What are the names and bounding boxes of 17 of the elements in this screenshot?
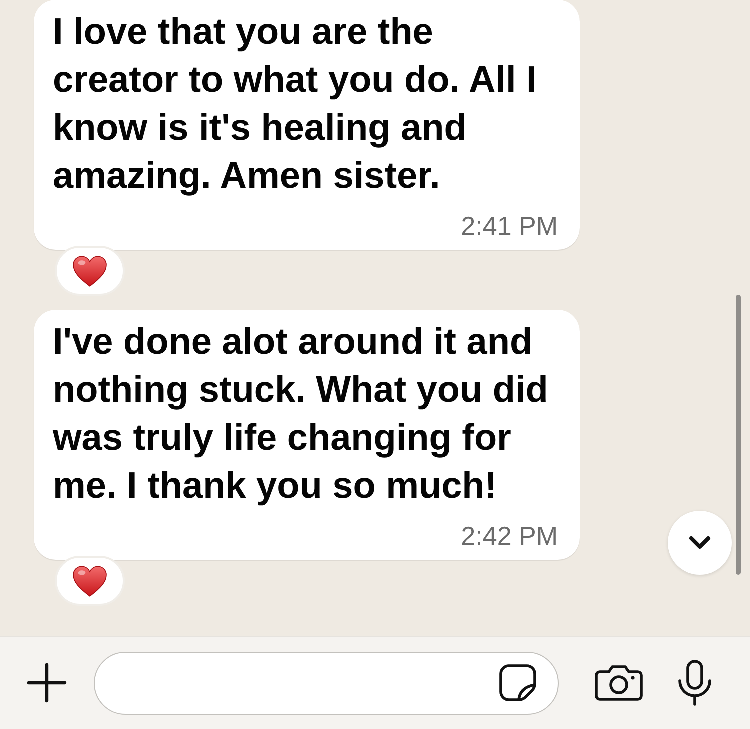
- microphone-button[interactable]: [677, 659, 713, 707]
- scrollbar-thumb[interactable]: [736, 295, 741, 575]
- chevron-down-icon: [689, 536, 711, 550]
- message-text: I've done alot around it and nothing stuck. What you did was truly life changing for me. I thank you so much!: [53, 320, 550, 508]
- reaction-pill[interactable]: [55, 246, 125, 296]
- sticker-icon[interactable]: [499, 664, 537, 702]
- message-time: 2:41 PM: [461, 211, 558, 241]
- heart-icon: [73, 256, 107, 286]
- message-time: 2:42 PM: [461, 521, 558, 551]
- plus-icon: [27, 663, 67, 703]
- microphone-icon: [677, 660, 713, 706]
- camera-icon: [595, 665, 643, 701]
- scroll-down-button[interactable]: [668, 511, 732, 575]
- add-button[interactable]: [25, 661, 69, 705]
- reaction-pill[interactable]: [55, 556, 125, 606]
- message-text: I love that you are the creator to what you do. All I know is it's healing and amazing. Amen sister.: [53, 10, 538, 198]
- heart-icon: [73, 566, 107, 596]
